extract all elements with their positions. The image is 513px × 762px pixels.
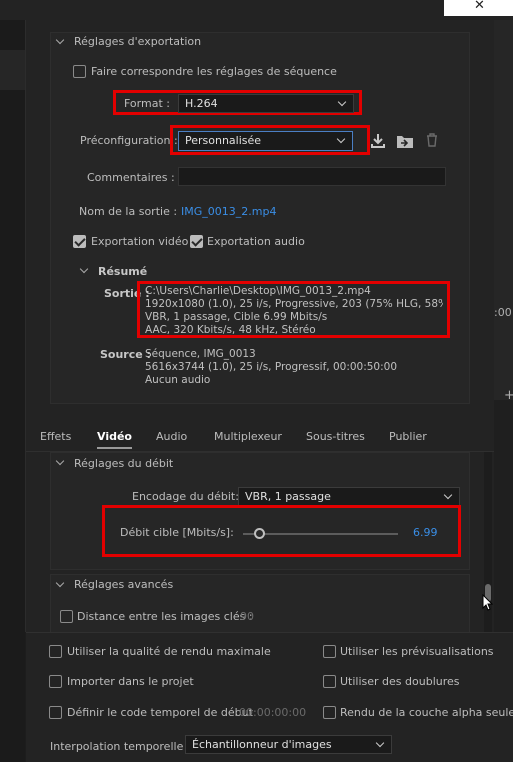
import-preset-icon[interactable]: [396, 133, 414, 149]
output-name-label: Nom de la sortie :: [79, 205, 178, 218]
target-bitrate-label: Débit cible [Mbits/s]:: [120, 526, 234, 539]
source-line: Séquence, IMG_0013: [145, 348, 256, 360]
output-line: AAC, 320 Kbits/s, 48 kHz, Stéréo: [145, 324, 316, 335]
tab-multiplexeur[interactable]: Multiplexeur: [214, 430, 282, 443]
match-sequence-checkbox[interactable]: [73, 65, 86, 78]
format-label: Format :: [124, 97, 170, 110]
export-audio-checkbox[interactable]: [190, 235, 203, 248]
encoding-label: Encodage du débit:: [132, 490, 239, 503]
top-strip: [0, 0, 513, 20]
target-bitrate-value[interactable]: 6.99: [413, 526, 438, 539]
source-line: Aucun audio: [145, 374, 211, 386]
mouse-cursor-icon: [482, 594, 494, 611]
export-audio-label: Exportation audio: [207, 235, 305, 248]
interpolation-value: Échantillonneur d'images: [192, 738, 332, 751]
timecode-fragment: :00: [494, 306, 512, 319]
tab-video[interactable]: Vidéo: [97, 430, 132, 449]
chevron-down-icon: [443, 490, 453, 500]
import-project-checkbox[interactable]: [49, 675, 62, 688]
interpolation-label: Interpolation temporelle :: [50, 740, 191, 753]
chevron-down-icon: [337, 97, 347, 107]
chevron-down-icon: [336, 134, 346, 144]
match-sequence-label: Faire correspondre les réglages de séque…: [91, 65, 337, 78]
interpolation-select[interactable]: Échantillonneur d'images: [185, 735, 392, 754]
use-proxies-label: Utiliser des doublures: [340, 675, 460, 688]
format-select[interactable]: H.264: [178, 94, 354, 113]
delete-preset-icon[interactable]: [426, 133, 438, 147]
settings-tabs: Effets Vidéo Audio Multiplexeur Sous-tit…: [26, 424, 494, 452]
output-line: 1920x1080 (1.0), 25 i/s, Progressive, 20…: [145, 298, 443, 310]
keyframe-distance-checkbox[interactable]: [60, 610, 73, 623]
target-bitrate-slider-handle[interactable]: [254, 528, 265, 539]
source-summary: Séquence, IMG_0013 5616x3744 (1.0), 25 i…: [145, 348, 445, 387]
preset-select[interactable]: Personnalisée: [178, 131, 353, 151]
output-summary: C:\Users\Charlie\Desktop\IMG_0013_2.mp4 …: [145, 285, 443, 335]
start-timecode-label: Définir le code temporel de début: [67, 706, 253, 719]
use-previews-checkbox[interactable]: [323, 645, 336, 658]
output-name-link[interactable]: IMG_0013_2.mp4: [181, 205, 276, 218]
render-alpha-label: Rendu de la couche alpha seule: [340, 706, 513, 719]
section-title-bitrate: Réglages du débit: [74, 457, 174, 470]
comments-label: Commentaires :: [87, 171, 175, 184]
keyframe-distance-label: Distance entre les images clés :: [77, 610, 253, 623]
output-line: C:\Users\Charlie\Desktop\IMG_0013_2.mp4: [145, 285, 371, 297]
summary-title: Résumé: [98, 265, 148, 278]
format-value: H.264: [185, 97, 218, 110]
section-title-advanced: Réglages avancés: [74, 578, 174, 591]
source-summary-label: Source :: [100, 348, 151, 361]
plus-icon[interactable]: +: [504, 388, 513, 403]
max-quality-checkbox[interactable]: [49, 645, 62, 658]
tab-effets[interactable]: Effets: [40, 430, 71, 443]
render-alpha-checkbox[interactable]: [323, 706, 336, 719]
close-area[interactable]: ✕: [444, 0, 513, 16]
import-project-label: Importer dans le projet: [67, 675, 194, 688]
save-preset-icon[interactable]: [370, 133, 386, 149]
tab-publier[interactable]: Publier: [389, 430, 427, 443]
tab-sous-titres[interactable]: Sous-titres: [306, 430, 365, 443]
output-line: VBR, 1 passage, Cible 6.99 Mbits/s: [145, 311, 328, 323]
max-quality-label: Utiliser la qualité de rendu maximale: [67, 645, 271, 658]
tab-audio[interactable]: Audio: [156, 430, 187, 443]
target-bitrate-track[interactable]: [243, 533, 398, 535]
left-strip: [0, 20, 25, 762]
export-video-checkbox[interactable]: [73, 235, 86, 248]
section-title-export: Réglages d'exportation: [74, 35, 202, 48]
encoding-select[interactable]: VBR, 1 passage: [238, 487, 460, 506]
use-proxies-checkbox[interactable]: [323, 675, 336, 688]
start-timecode-value: 00:00:00:00: [239, 706, 307, 719]
chevron-down-icon: [375, 738, 385, 748]
close-icon[interactable]: ✕: [474, 0, 485, 13]
source-line: 5616x3744 (1.0), 25 i/s, Progressif, 00:…: [145, 361, 398, 373]
preset-label: Préconfiguration :: [80, 134, 178, 147]
keyframe-distance-value: 90: [240, 610, 254, 623]
start-timecode-checkbox[interactable]: [49, 706, 62, 719]
preset-value: Personnalisée: [185, 134, 262, 147]
right-strip: :00 +: [494, 20, 513, 632]
comments-field[interactable]: [178, 167, 446, 186]
export-video-label: Exportation vidéo: [91, 235, 189, 248]
use-previews-label: Utiliser les prévisualisations: [340, 645, 494, 658]
encoding-value: VBR, 1 passage: [245, 490, 331, 503]
